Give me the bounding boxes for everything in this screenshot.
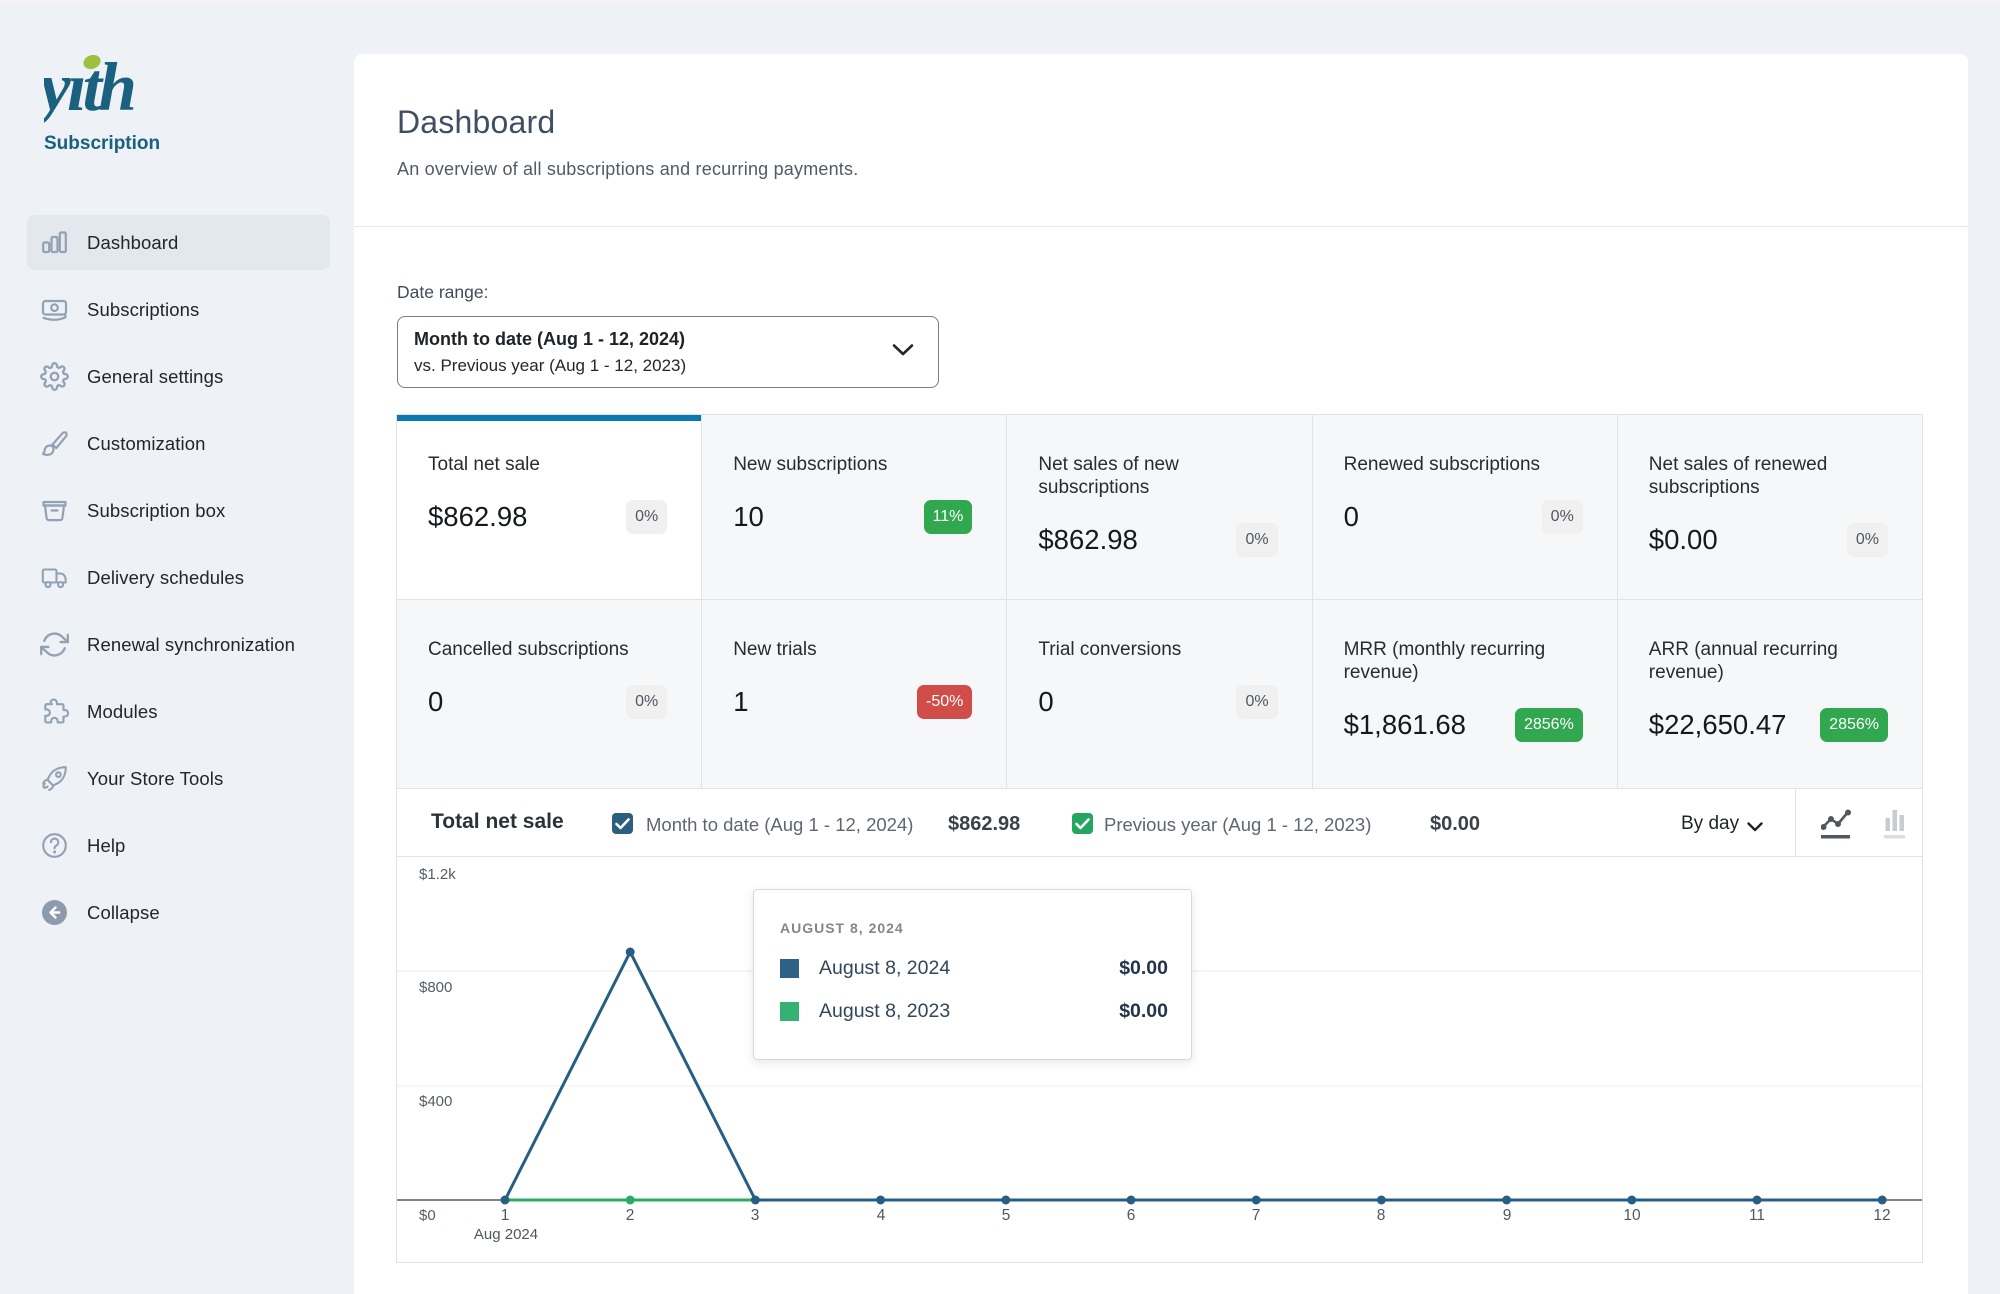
svg-text:5: 5 (1002, 1207, 1011, 1224)
svg-text:4: 4 (877, 1207, 886, 1224)
svg-text:1: 1 (501, 1207, 510, 1224)
svg-text:11: 11 (1749, 1207, 1765, 1224)
svg-text:10: 10 (1623, 1207, 1641, 1224)
svg-text:$1.2k: $1.2k (419, 866, 456, 883)
svg-text:12: 12 (1873, 1207, 1890, 1224)
svg-text:9: 9 (1503, 1207, 1512, 1224)
svg-text:$800: $800 (419, 979, 452, 996)
svg-text:$400: $400 (419, 1093, 452, 1110)
svg-text:Aug 2024: Aug 2024 (474, 1226, 538, 1243)
svg-text:8: 8 (1377, 1207, 1386, 1224)
svg-text:3: 3 (751, 1207, 760, 1224)
svg-text:6: 6 (1127, 1207, 1136, 1224)
svg-text:$0: $0 (419, 1207, 436, 1224)
svg-text:7: 7 (1252, 1207, 1261, 1224)
svg-text:2: 2 (626, 1207, 635, 1224)
